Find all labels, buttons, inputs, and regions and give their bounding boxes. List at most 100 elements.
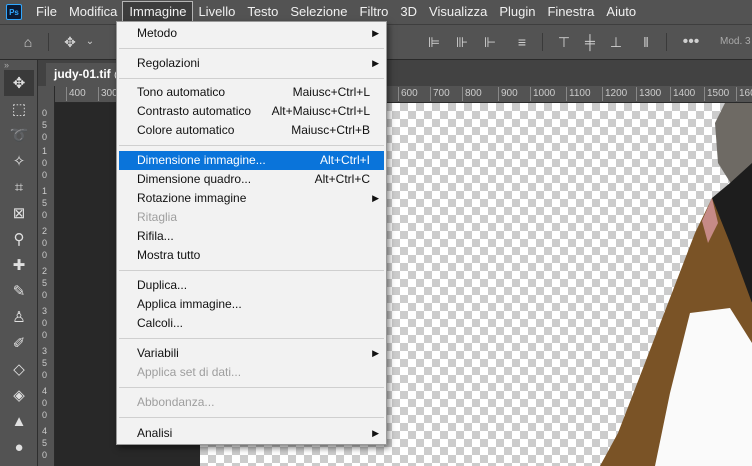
menu-item-label: Rotazione immagine <box>137 191 247 205</box>
lasso-tool-icon[interactable]: ➰ <box>4 122 34 148</box>
menu-item-shortcut: Maiusc+Ctrl+L <box>292 85 370 99</box>
eraser-tool-icon[interactable]: ◇ <box>4 356 34 382</box>
menu-item-rifila[interactable]: Rifila... <box>119 227 384 246</box>
collapse-panel-icon[interactable]: » <box>0 60 37 70</box>
menu-filtro[interactable]: Filtro <box>354 2 395 22</box>
menu-item-tono-automatico[interactable]: Tono automatico Maiusc+Ctrl+L <box>119 83 384 102</box>
menu-item-analisi[interactable]: Analisi ▶ <box>119 424 384 443</box>
menu-separator <box>119 270 384 271</box>
align-right-icon[interactable]: ⊩ <box>480 32 500 52</box>
menu-separator <box>119 48 384 49</box>
move-tool-preset-icon[interactable]: ✥ <box>58 32 82 52</box>
menu-visualizza[interactable]: Visualizza <box>423 2 493 22</box>
align-top-icon[interactable]: ⊤ <box>554 32 574 52</box>
home-icon[interactable]: ⌂ <box>18 32 38 52</box>
menu-item-variabili[interactable]: Variabili ▶ <box>119 344 384 363</box>
menu-selezione[interactable]: Selezione <box>284 2 353 22</box>
submenu-arrow-icon: ▶ <box>372 428 379 438</box>
menu-finestra[interactable]: Finestra <box>541 2 600 22</box>
menu-item-dimensione-quadro[interactable]: Dimensione quadro... Alt+Ctrl+C <box>119 170 384 189</box>
align-center-icon[interactable]: ⊪ <box>452 32 472 52</box>
menu-item-dimensione-immagine[interactable]: Dimensione immagine... Alt+Ctrl+I <box>119 151 384 170</box>
divider <box>666 33 667 51</box>
submenu-arrow-icon: ▶ <box>372 193 379 203</box>
menu-item-regolazioni[interactable]: Regolazioni ▶ <box>119 54 384 73</box>
crop-tool-icon[interactable]: ⌗ <box>4 174 34 200</box>
menu-item-colore-automatico[interactable]: Colore automatico Maiusc+Ctrl+B <box>119 121 384 140</box>
ruler-label: 0 <box>42 250 48 260</box>
ruler-label: 3 <box>42 306 48 316</box>
menu-separator <box>119 145 384 146</box>
menu-file[interactable]: File <box>30 2 63 22</box>
frame-tool-icon[interactable]: ⊠ <box>4 200 34 226</box>
menu-item-rotazione-immagine[interactable]: Rotazione immagine ▶ <box>119 189 384 208</box>
menu-item-mostra-tutto[interactable]: Mostra tutto <box>119 246 384 265</box>
ruler-label: 2 <box>42 266 48 276</box>
menu-item-label: Metodo <box>137 26 178 40</box>
ruler-label: 5 <box>42 438 48 448</box>
menu-item-label: Colore automatico <box>137 123 235 137</box>
ruler-label: 0 <box>42 108 48 118</box>
menu-item-label: Dimensione quadro... <box>137 172 252 186</box>
menu-item-shortcut: Maiusc+Ctrl+B <box>291 123 370 137</box>
align-left-icon[interactable]: ⊫ <box>424 32 444 52</box>
menu-item-duplica[interactable]: Duplica... <box>119 276 384 295</box>
menu-testo[interactable]: Testo <box>241 2 284 22</box>
dog-image <box>600 103 752 466</box>
image-menu-dropdown: Metodo ▶ Regolazioni ▶ Tono automatico M… <box>116 21 387 445</box>
history-brush-tool-icon[interactable]: ✐ <box>4 330 34 356</box>
menu-item-label: Ritaglia <box>137 210 178 224</box>
stamp-tool-icon[interactable]: ♙ <box>4 304 34 330</box>
menu-item-label: Regolazioni <box>137 56 200 70</box>
menu-livello[interactable]: Livello <box>192 2 241 22</box>
move-tool-icon[interactable]: ✥ <box>4 70 34 96</box>
menu-modifica[interactable]: Modifica <box>63 2 123 22</box>
more-options-icon[interactable]: ••• <box>680 32 702 52</box>
ruler-label: 1500 <box>704 87 729 101</box>
align-bottom-icon[interactable]: ⊥ <box>606 32 626 52</box>
dodge-tool-icon[interactable]: ● <box>4 434 34 460</box>
ruler-label: 800 <box>462 87 482 101</box>
submenu-arrow-icon: ▶ <box>372 58 379 68</box>
menu-immagine[interactable]: Immagine <box>122 1 194 23</box>
menu-item-metodo[interactable]: Metodo ▶ <box>119 24 384 43</box>
align-middle-icon[interactable]: ╪ <box>580 32 600 52</box>
healing-brush-tool-icon[interactable]: ✚ <box>4 252 34 278</box>
menu-separator <box>119 417 384 418</box>
menu-item-label: Applica immagine... <box>137 297 242 311</box>
ruler-label: 1100 <box>566 87 591 101</box>
magic-wand-tool-icon[interactable]: ✧ <box>4 148 34 174</box>
ruler-label: 1 <box>42 186 48 196</box>
menu-3d[interactable]: 3D <box>394 2 423 22</box>
distribute-vertical-icon[interactable]: ‖ <box>636 32 656 52</box>
blur-tool-icon[interactable]: ▲ <box>4 408 34 434</box>
ruler-label: 0 <box>42 370 48 380</box>
menu-item-shortcut: Alt+Maiusc+Ctrl+L <box>271 104 370 118</box>
menu-plugin[interactable]: Plugin <box>493 2 541 22</box>
ruler-label: 4 <box>42 386 48 396</box>
marquee-tool-icon[interactable]: ⬚ <box>4 96 34 122</box>
distribute-icon[interactable]: ≡ <box>512 32 532 52</box>
paint-bucket-tool-icon[interactable]: ◈ <box>4 382 34 408</box>
brush-tool-icon[interactable]: ✎ <box>4 278 34 304</box>
menu-item-contrasto-automatico[interactable]: Contrasto automatico Alt+Maiusc+Ctrl+L <box>119 102 384 121</box>
eyedropper-tool-icon[interactable]: ⚲ <box>4 226 34 252</box>
divider <box>542 33 543 51</box>
divider <box>48 33 49 51</box>
menu-item-label: Rifila... <box>137 229 174 243</box>
menu-aiuto[interactable]: Aiuto <box>600 2 642 22</box>
ruler-label: 0 <box>42 132 48 142</box>
menu-item-label: Abbondanza... <box>137 395 215 409</box>
menu-item-applica-immagine[interactable]: Applica immagine... <box>119 295 384 314</box>
menu-item-calcoli[interactable]: Calcoli... <box>119 314 384 333</box>
submenu-arrow-icon: ▶ <box>372 28 379 38</box>
menu-item-label: Calcoli... <box>137 316 184 330</box>
menu-separator <box>119 338 384 339</box>
ruler-label: 1300 <box>636 87 661 101</box>
ruler-label: 0 <box>42 238 48 248</box>
ruler-label: 0 <box>42 450 48 460</box>
ruler-label: 1600 <box>736 87 752 101</box>
ruler-label: 5 <box>42 198 48 208</box>
chevron-down-icon[interactable]: ⌄ <box>84 32 96 52</box>
menu-item-label: Duplica... <box>137 278 188 292</box>
